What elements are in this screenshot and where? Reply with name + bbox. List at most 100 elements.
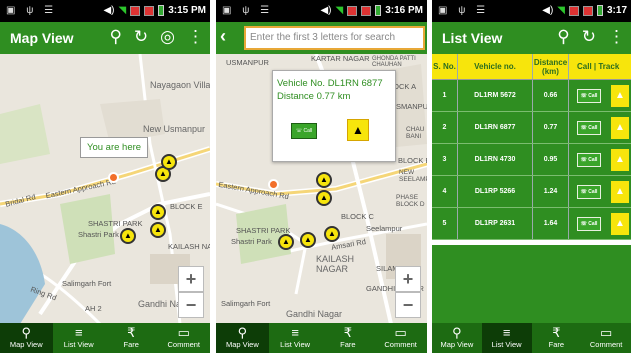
list-view-screen: ▣ ψ ☰ ◀) ◥ 3:17 List View ⚲ ↻ ⋮ S. No. V… xyxy=(432,0,631,353)
auto-rickshaw-marker[interactable]: ▲ xyxy=(150,204,166,220)
cell-vehicle: DL1RN 6877 xyxy=(458,112,533,143)
auto-rickshaw-marker[interactable]: ▲ xyxy=(278,234,294,250)
call-button[interactable]: ☏ Call xyxy=(577,184,601,199)
table-row[interactable]: 3 DL1RN 4730 0.95 ☏ Call ▲ xyxy=(432,144,631,176)
call-label: Call xyxy=(588,92,598,99)
nav-comment[interactable]: ▭ Comment xyxy=(581,323,631,353)
nav-comment[interactable]: ▭ Comment xyxy=(374,323,427,353)
auto-rickshaw-marker[interactable]: ▲ xyxy=(316,190,332,206)
call-button[interactable]: ☏ Call xyxy=(291,123,317,139)
cell-distance: 0.95 xyxy=(533,144,569,175)
search-input[interactable]: Enter the first 3 letters for search xyxy=(244,26,425,50)
map-label: Shastri Park xyxy=(78,230,119,239)
refresh-icon[interactable]: ↻ xyxy=(582,27,596,47)
nav-map-view[interactable]: ⚲ Map View xyxy=(216,323,269,353)
status-time: 3:17 xyxy=(606,5,627,16)
map-label: New Usmanpur xyxy=(143,124,206,134)
wifi-icon: ◥ xyxy=(557,5,565,16)
track-button[interactable]: ▲ xyxy=(347,119,369,141)
table-empty-area xyxy=(432,245,631,323)
track-button[interactable]: ▲ xyxy=(611,84,629,107)
refresh-icon[interactable]: ↻ xyxy=(134,27,148,47)
map-canvas[interactable]: USMANPUR KARTAR NAGAR GHONDA PATTI CHAUH… xyxy=(216,54,427,323)
table-header: S. No. Vehicle no. Distance (km) Call | … xyxy=(432,54,631,80)
back-arrow-icon[interactable]: ‹ xyxy=(220,26,226,47)
map-label: Gandhi Nagar xyxy=(286,309,343,319)
nav-list-view[interactable]: ≡ List View xyxy=(53,323,106,353)
auto-rickshaw-marker[interactable]: ▲ xyxy=(161,154,177,170)
cell-vehicle: DL1RN 4730 xyxy=(458,144,533,175)
nav-label: List View xyxy=(280,340,311,349)
call-button[interactable]: ☏ Call xyxy=(577,120,601,135)
nav-list-view[interactable]: ≡ List View xyxy=(269,323,322,353)
track-button[interactable]: ▲ xyxy=(611,116,629,139)
auto-rickshaw-icon: ▲ xyxy=(615,217,625,229)
wifi-icon: ◥ xyxy=(335,5,344,16)
map-pin-icon: ⚲ xyxy=(237,325,248,340)
phone-icon: ☏ xyxy=(580,124,587,131)
status-bar: ▣ ψ ☰ ◀) ◥ 3:15 PM xyxy=(0,0,210,22)
track-button[interactable]: ▲ xyxy=(611,148,629,171)
locate-icon[interactable]: ◎ xyxy=(160,27,175,47)
zoom-out-button[interactable]: − xyxy=(395,292,421,318)
nav-map-view[interactable]: ⚲ Map View xyxy=(0,323,53,353)
table-row[interactable]: 4 DL1RP 5266 1.24 ☏ Call ▲ xyxy=(432,176,631,208)
signal-icon xyxy=(144,5,155,16)
nav-map-view[interactable]: ⚲ Map View xyxy=(432,323,482,353)
map-label: Shastri Park xyxy=(231,237,272,246)
track-button[interactable]: ▲ xyxy=(611,212,629,235)
table-row[interactable]: 5 DL1RP 2631 1.64 ☏ Call ▲ xyxy=(432,208,631,240)
call-label: Call xyxy=(588,124,598,131)
current-location-marker xyxy=(108,172,119,183)
auto-rickshaw-icon: ▲ xyxy=(615,89,625,101)
auto-rickshaw-marker[interactable]: ▲ xyxy=(300,232,316,248)
map-label: SHASTRI PARK xyxy=(88,219,143,228)
call-button[interactable]: ☏ Call xyxy=(577,88,601,103)
rupee-icon: ₹ xyxy=(127,325,136,340)
nav-fare[interactable]: ₹ Fare xyxy=(532,323,582,353)
signal-icon xyxy=(361,5,372,16)
auto-rickshaw-icon: ▲ xyxy=(615,153,625,165)
cell-vehicle: DL1RP 2631 xyxy=(458,208,533,239)
nav-fare[interactable]: ₹ Fare xyxy=(322,323,375,353)
phone-icon: ☏ xyxy=(580,92,587,99)
zoom-in-button[interactable]: + xyxy=(395,266,421,292)
nav-label: List View xyxy=(491,340,522,349)
auto-rickshaw-marker[interactable]: ▲ xyxy=(324,226,340,242)
list-icon: ≡ xyxy=(502,325,511,340)
nav-label: Map View xyxy=(9,340,43,349)
auto-rickshaw-marker[interactable]: ▲ xyxy=(120,228,136,244)
search-icon[interactable]: ⚲ xyxy=(109,27,121,47)
phone-icon: ☏ xyxy=(295,128,303,134)
call-label: Call xyxy=(303,128,313,134)
map-label: GHONDA PATTI CHAUHAN xyxy=(372,56,416,68)
zoom-in-button[interactable]: + xyxy=(178,266,204,292)
map-canvas[interactable]: Nayagaon Villaj New Usmanpur Eastern App… xyxy=(0,54,210,323)
comment-icon: ▭ xyxy=(599,325,613,340)
search-bar: ‹ Enter the first 3 letters for search xyxy=(216,22,427,54)
list-icon: ≡ xyxy=(74,325,83,340)
overflow-menu-icon[interactable]: ⋮ xyxy=(187,27,204,47)
popup-vehicle-number: Vehicle No. DL1RN 6877 xyxy=(277,78,383,89)
table-row[interactable]: 2 DL1RN 6877 0.77 ☏ Call ▲ xyxy=(432,112,631,144)
track-button[interactable]: ▲ xyxy=(611,180,629,203)
status-bar: ▣ ψ ☰ ◀) ◥ 3:16 PM xyxy=(216,0,427,22)
search-icon[interactable]: ⚲ xyxy=(557,27,569,47)
zoom-out-button[interactable]: − xyxy=(178,292,204,318)
current-location-marker xyxy=(268,179,279,190)
nav-label: Map View xyxy=(225,340,259,349)
cell-sno: 5 xyxy=(432,208,458,239)
call-button[interactable]: ☏ Call xyxy=(577,216,601,231)
rupee-icon: ₹ xyxy=(343,325,353,340)
nav-fare[interactable]: ₹ Fare xyxy=(105,323,158,353)
auto-rickshaw-icon: ▲ xyxy=(352,123,364,137)
auto-rickshaw-icon: ▲ xyxy=(615,121,625,133)
table-row[interactable]: 1 DL1RM 5672 0.66 ☏ Call ▲ xyxy=(432,80,631,112)
overflow-menu-icon[interactable]: ⋮ xyxy=(608,27,625,47)
nav-comment[interactable]: ▭ Comment xyxy=(158,323,211,353)
auto-rickshaw-marker[interactable]: ▲ xyxy=(316,172,332,188)
nav-list-view[interactable]: ≡ List View xyxy=(481,323,532,353)
page-title: List View xyxy=(442,30,503,46)
call-button[interactable]: ☏ Call xyxy=(577,152,601,167)
auto-rickshaw-marker[interactable]: ▲ xyxy=(150,222,166,238)
